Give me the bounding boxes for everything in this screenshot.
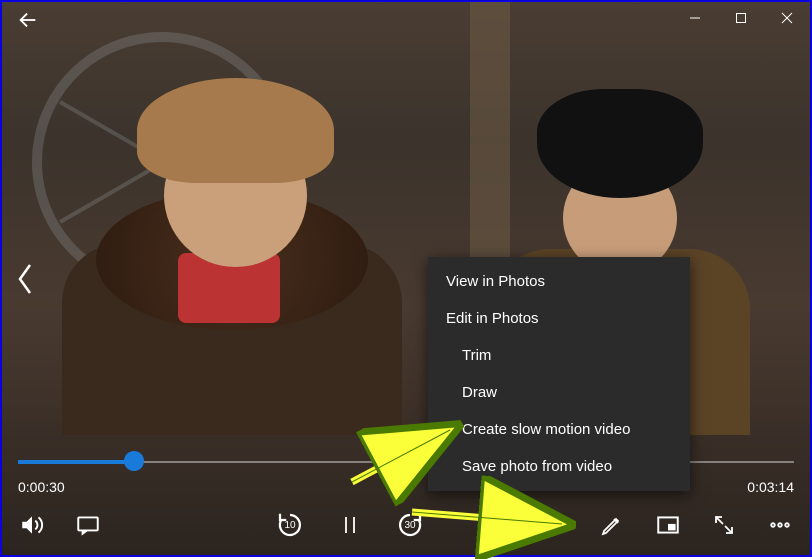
subtitles-button[interactable] — [72, 509, 104, 541]
edit-button[interactable] — [596, 509, 628, 541]
menu-trim[interactable]: Trim — [428, 337, 690, 374]
window-titlebar — [672, 2, 810, 34]
skip-back-label: 10 — [284, 520, 295, 531]
more-options-button[interactable] — [764, 509, 796, 541]
seek-progress — [18, 460, 134, 464]
back-button[interactable] — [8, 4, 48, 36]
minimize-button[interactable] — [672, 2, 718, 34]
skip-forward-button[interactable]: 30 — [394, 509, 426, 541]
menu-save-photo-from-video[interactable]: Save photo from video — [428, 448, 690, 485]
skip-back-button[interactable]: 10 — [274, 509, 306, 541]
volume-button[interactable] — [16, 509, 48, 541]
elapsed-time: 0:00:30 — [18, 479, 65, 495]
menu-draw[interactable]: Draw — [428, 374, 690, 411]
menu-view-in-photos[interactable]: View in Photos — [428, 263, 690, 300]
fullscreen-button[interactable] — [708, 509, 740, 541]
mini-view-button[interactable] — [652, 509, 684, 541]
menu-edit-in-photos[interactable]: Edit in Photos — [428, 300, 690, 337]
previous-media-button[interactable] — [10, 251, 42, 307]
close-button[interactable] — [764, 2, 810, 34]
seek-thumb[interactable] — [124, 451, 144, 471]
transport-bar: 10 30 — [2, 503, 810, 547]
play-pause-button[interactable] — [334, 509, 366, 541]
skip-forward-label: 30 — [404, 520, 415, 531]
maximize-button[interactable] — [718, 2, 764, 34]
menu-create-slow-motion[interactable]: Create slow motion video — [428, 411, 690, 448]
video-player-window: 0:00:30 0:03:14 10 30 — [0, 0, 812, 557]
total-time: 0:03:14 — [747, 479, 794, 495]
edit-context-menu: View in Photos Edit in Photos Trim Draw … — [428, 257, 690, 491]
